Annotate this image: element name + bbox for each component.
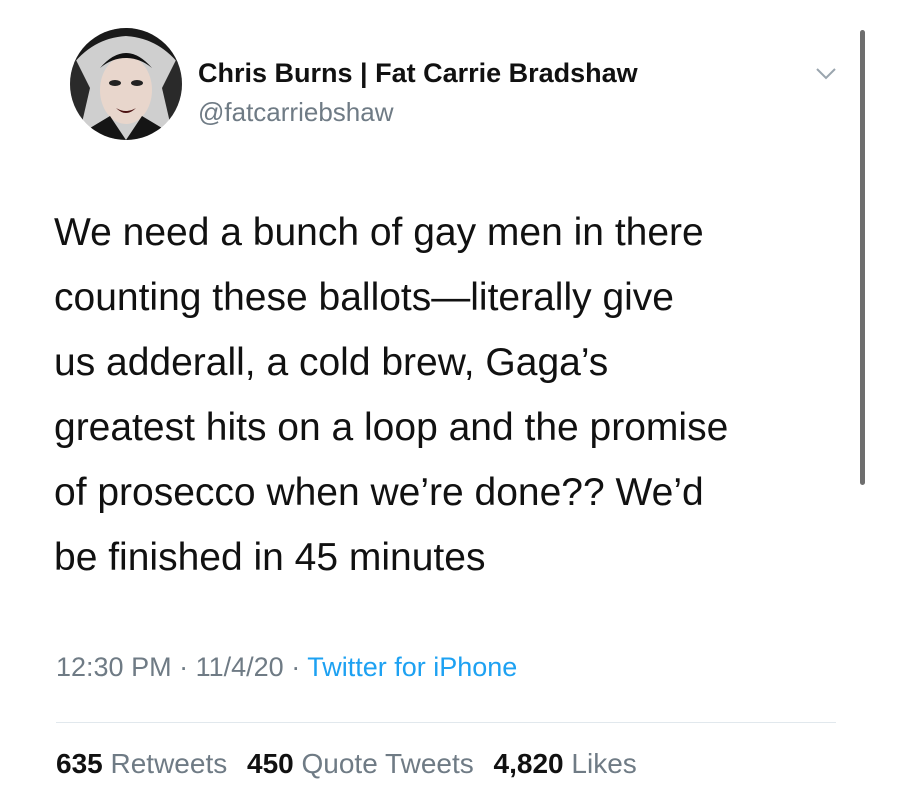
meta-separator: · — [291, 652, 301, 682]
quote-tweets-label: Quote Tweets — [301, 748, 474, 779]
tweet-text-line: counting these ballots—literally give — [54, 276, 675, 319]
tweet-text-line: We need a bunch of gay men in there — [54, 211, 704, 254]
tweet-time[interactable]: 12:30 PM — [56, 652, 172, 682]
tweet-text-line: greatest hits on a loop and the promise — [54, 406, 729, 449]
retweets-count: 635 — [56, 748, 103, 779]
author-handle[interactable]: @fatcarriebshaw — [198, 97, 393, 128]
retweets-stat[interactable]: 635 Retweets — [56, 748, 227, 779]
tweet-source-link[interactable]: Twitter for iPhone — [307, 652, 517, 682]
meta-separator: · — [179, 652, 189, 682]
likes-stat[interactable]: 4,820 Likes — [494, 748, 637, 779]
tweet-text: We need a bunch of gay men in there coun… — [54, 200, 854, 590]
tweet-text-line: be finished in 45 minutes — [54, 536, 486, 579]
tweet-meta: 12:30 PM · 11/4/20 · Twitter for iPhone — [56, 652, 517, 683]
avatar-image — [70, 28, 182, 140]
avatar[interactable] — [70, 28, 182, 140]
quote-tweets-stat[interactable]: 450 Quote Tweets — [247, 748, 474, 779]
tweet-card: Chris Burns | Fat Carrie Bradshaw @fatca… — [0, 0, 912, 800]
tweet-date[interactable]: 11/4/20 — [196, 652, 284, 682]
tweet-text-line: us adderall, a cold brew, Gaga’s — [54, 341, 609, 384]
chevron-down-icon[interactable] — [815, 66, 837, 82]
retweets-label: Retweets — [110, 748, 228, 779]
likes-count: 4,820 — [493, 748, 564, 779]
likes-label: Likes — [571, 748, 637, 779]
quote-tweets-count: 450 — [247, 748, 294, 779]
tweet-text-line: of prosecco when we’re done?? We’d — [54, 471, 704, 514]
divider — [56, 722, 836, 723]
author-display-name[interactable]: Chris Burns | Fat Carrie Bradshaw — [198, 58, 638, 89]
tweet-stats: 635 Retweets 450 Quote Tweets 4,820 Like… — [56, 748, 649, 780]
scrollbar[interactable] — [860, 30, 865, 485]
